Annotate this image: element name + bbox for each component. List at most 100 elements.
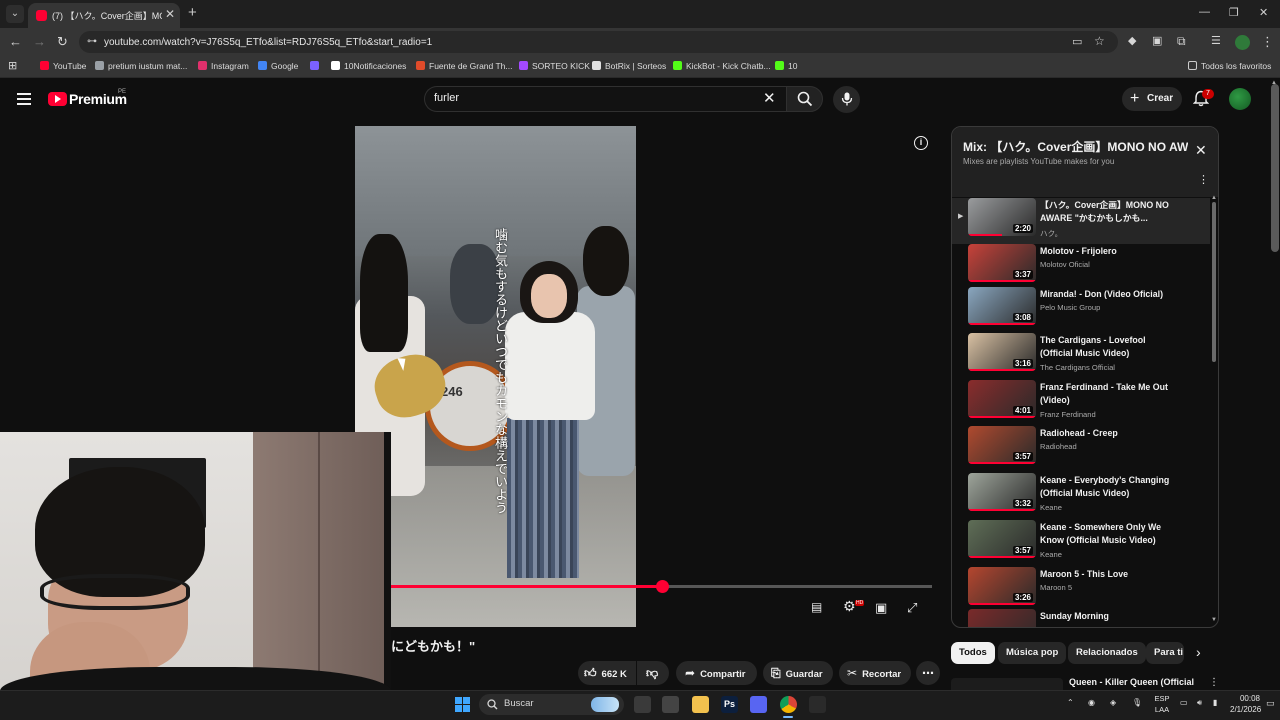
playlist-item-thumbnail[interactable] [968,609,1036,627]
like-button[interactable]: 👍︎ 662 K [578,661,636,685]
discord-icon[interactable] [750,696,767,713]
volume-icon[interactable]: 🔊︎ [1197,698,1202,708]
playlist-item-thumbnail[interactable]: 3:08 [968,287,1036,325]
bookmark-item[interactable] [310,61,323,71]
playlist-menu-icon[interactable]: ⋮ [1198,173,1209,186]
file-explorer-icon[interactable] [692,696,709,713]
recommended-title[interactable]: Queen - Killer Queen (Official [1069,677,1194,687]
all-bookmarks-button[interactable]: Todos los favoritos [1188,61,1271,71]
browser-tab-active[interactable]: (7) 【ハク。Cover企画】MONO NO AWARE ✕ [28,3,180,28]
menu-hamburger-icon[interactable] [17,93,31,105]
reload-icon[interactable]: ↻ [57,34,68,50]
playlist-item[interactable]: 3:32 Keane - Everybody's Changing (Offici… [952,473,1210,519]
playlist-item-thumbnail[interactable]: 3:32 [968,473,1036,511]
close-window-button[interactable]: ✕ [1259,6,1268,19]
bookmark-item[interactable]: BotRix | Sorteos [592,61,666,71]
playlist-item[interactable]: 3:26 Maroon 5 - This Love Maroon 5 [952,567,1210,613]
new-tab-button[interactable]: + [188,4,197,21]
app-icon[interactable] [809,696,826,713]
scroll-up-icon[interactable]: ▲ [1211,195,1217,201]
minimize-window-button[interactable]: — [1199,6,1210,18]
bookmark-item[interactable]: pretium iustum mat... [95,61,187,71]
youtube-logo-icon[interactable] [48,92,67,106]
dislike-button[interactable]: 👎︎ [637,661,669,685]
playlist-item-thumbnail[interactable]: 4:01 [968,380,1036,418]
playlist-item[interactable]: 3:08 Miranda! - Don (Video Oficial) Pelo M… [952,287,1210,333]
page-scrollbar[interactable] [1271,84,1279,252]
fullscreen-icon[interactable]: ⤢ [907,600,917,616]
playlist-item[interactable]: ▶ 2:20 【ハク。Cover企画】MONO NO AWARE "かむかもしかも.… [952,198,1210,244]
clear-search-icon[interactable]: ✕ [763,89,776,107]
video-player[interactable]: 246 噛む気もするけどいつでもカモンな構えでいよう [355,126,636,627]
playlist-item[interactable]: 3:57 Keane - Somewhere Only We Know (Offi… [952,520,1210,566]
bookmark-item[interactable]: 10Notificaciones [331,61,406,71]
save-button[interactable]: ⎘ Guardar [763,661,833,685]
recommended-menu-icon[interactable]: ⋮ [1209,677,1219,688]
tab-search-button[interactable]: ⌄ [6,5,24,23]
filter-chip[interactable]: Música pop [998,642,1067,664]
tray-mic-icon[interactable]: 🎙︎ [1132,698,1142,707]
site-info-icon[interactable]: ⊶ [87,36,97,47]
bookmark-item[interactable]: 10 [775,61,797,71]
bookmark-item[interactable]: Google [258,61,298,71]
bookmark-item[interactable]: YouTube [40,61,86,71]
bookmark-item[interactable]: KickBot - Kick Chatb... [673,61,771,71]
playlist-item-thumbnail[interactable]: 3:26 [968,567,1036,605]
url-text[interactable]: youtube.com/watch?v=J76S5q_ETfo&list=RDJ… [104,37,432,48]
filter-chip[interactable]: Relacionados [1068,642,1146,664]
share-button[interactable]: ➦ Compartir [676,661,757,685]
more-actions-button[interactable]: ⋯ [916,661,940,685]
playlist-item[interactable]: 3:57 Radiohead - Creep Radiohead [952,426,1210,472]
search-query[interactable]: furler [434,92,459,104]
playlist-item-thumbnail[interactable]: 3:57 [968,426,1036,464]
back-arrow-icon[interactable]: ← [9,34,22,49]
create-button[interactable]: + Crear [1122,87,1182,111]
bookmark-star-icon[interactable]: ☆ [1094,34,1105,48]
subtitles-icon[interactable]: ▤ [811,600,822,614]
close-playlist-icon[interactable]: ✕ [1195,142,1207,159]
bookmark-item[interactable]: Fuente de Grand Th... [416,61,512,71]
playlist-item[interactable]: Sunday Morning Maroon 5 [952,609,1210,627]
playlist-item[interactable]: 4:01 Franz Ferdinand - Take Me Out (Video… [952,380,1210,426]
voice-search-button[interactable] [833,86,860,113]
input-language[interactable]: ESP LAA [1154,693,1170,715]
app-icon[interactable] [662,696,679,713]
playlist-item-thumbnail[interactable]: 3:16 [968,333,1036,371]
photoshop-icon[interactable]: Ps [721,696,738,713]
tray-app-icon[interactable]: ◉ [1088,698,1095,707]
task-view-icon[interactable] [634,696,651,713]
playlist-item[interactable]: 3:37 Molotov - Frijolero Molotov Oficial [952,244,1210,290]
clip-button[interactable]: ✂ Recortar [839,661,911,685]
forward-arrow-icon[interactable]: → [33,34,46,49]
extension-2-icon[interactable]: ▣ [1152,34,1162,47]
scroll-down-icon[interactable]: ▼ [1211,617,1217,623]
tray-overflow-icon[interactable]: ⌃ [1067,698,1074,707]
search-button[interactable] [786,86,823,112]
system-clock[interactable]: 00:08 2/1/2026 [1230,693,1261,715]
account-avatar[interactable] [1229,88,1251,110]
theater-mode-icon[interactable]: ▣ [875,600,887,616]
battery-icon[interactable]: ▮ [1213,698,1217,707]
playlist-title[interactable]: Mix: 【ハク。Cover企画】MONO NO AWARE "かむかもしかも" [963,138,1188,155]
bookmark-item[interactable]: Instagram [198,61,249,71]
profile-avatar-icon[interactable] [1235,35,1250,50]
windows-start-icon[interactable] [455,697,470,712]
tab-close-icon[interactable]: ✕ [165,7,175,21]
filter-chip[interactable]: Para ti [1146,642,1184,664]
playlist-item-thumbnail[interactable]: 2:20 [968,198,1036,236]
playlist-scrollbar[interactable] [1212,202,1216,362]
search-input[interactable] [424,86,786,112]
cast-icon[interactable]: ▭ [1072,35,1082,48]
restore-window-button[interactable]: ❐ [1229,6,1239,19]
filter-chip[interactable]: Todos [951,642,995,664]
extension-icon[interactable]: ◆ [1128,34,1136,47]
playlist-item-thumbnail[interactable]: 3:37 [968,244,1036,282]
tray-defender-icon[interactable]: ◈ [1110,698,1116,707]
network-icon[interactable]: ▭ [1180,698,1188,707]
chips-next-icon[interactable]: › [1196,644,1201,660]
extensions-puzzle-icon[interactable]: ⧉ [1177,34,1186,49]
progress-scrubber-handle[interactable] [656,580,669,593]
apps-grid-icon[interactable]: ⊞ [8,59,17,72]
info-icon[interactable]: i [914,136,928,150]
notification-center-icon[interactable]: ▭ [1266,698,1275,709]
